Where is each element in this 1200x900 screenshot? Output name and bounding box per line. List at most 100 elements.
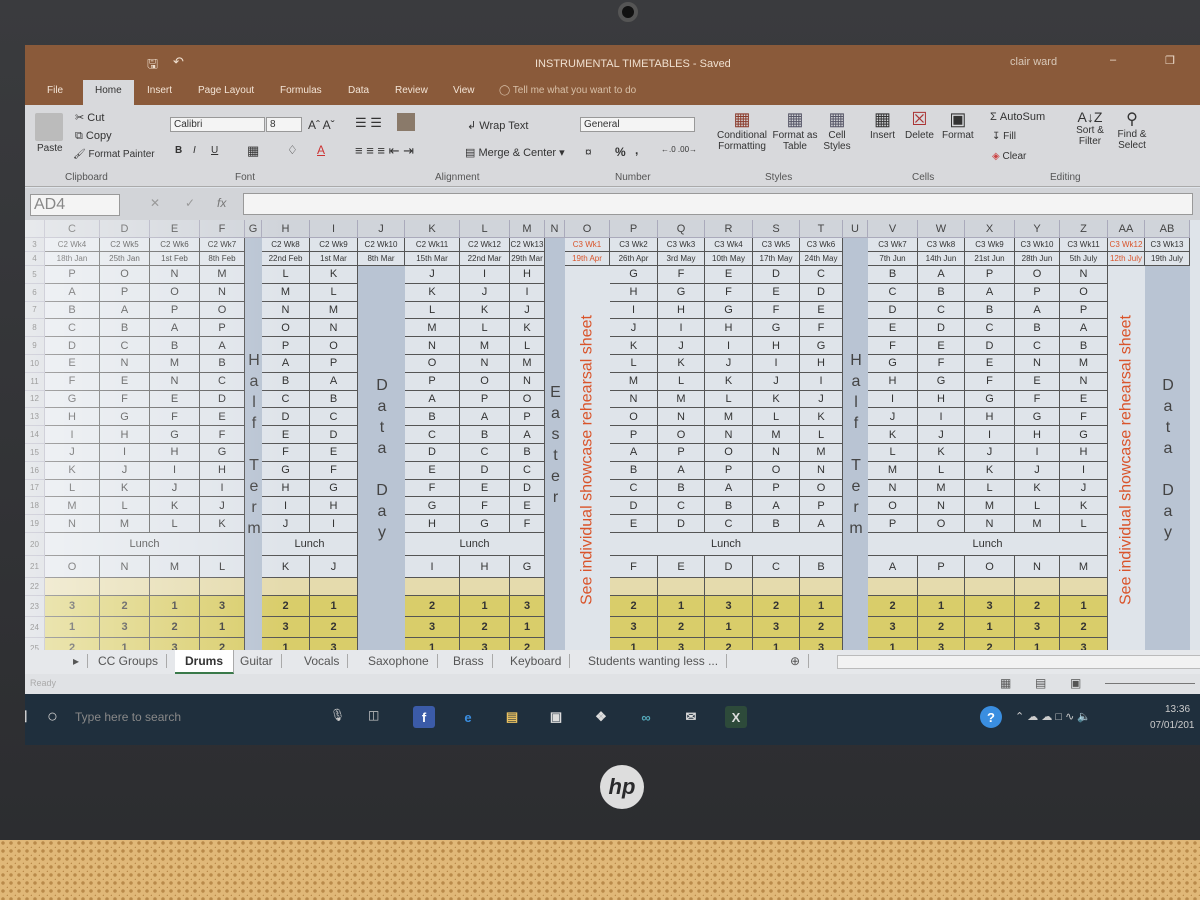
group-number-cell[interactable]: 3 — [262, 617, 310, 638]
zoom-slider[interactable] — [1105, 683, 1195, 684]
week-label-cell[interactable]: C3 Wk4 — [705, 238, 753, 252]
week-label-cell[interactable]: C2 Wk10 — [358, 238, 405, 252]
student-slot-cell[interactable]: M — [1060, 556, 1108, 578]
student-slot-cell[interactable]: O — [100, 266, 150, 284]
student-slot-cell[interactable]: B — [405, 408, 460, 427]
fill-color-icon[interactable]: ♢ — [287, 143, 298, 157]
student-slot-cell[interactable]: J — [918, 426, 965, 444]
dropbox-icon[interactable]: ❖ — [590, 706, 612, 728]
week-date-cell[interactable]: 17th May — [753, 252, 800, 266]
student-slot-cell[interactable]: N — [705, 426, 753, 444]
column-header[interactable]: K — [405, 220, 460, 238]
week-label-cell[interactable]: C2 Wk7 — [200, 238, 245, 252]
student-slot-cell[interactable]: M — [1060, 355, 1108, 373]
student-slot-cell[interactable]: I — [705, 337, 753, 355]
undo-icon[interactable]: ↶ — [173, 54, 184, 70]
sheet-nav-icon[interactable]: ▸ — [65, 654, 89, 668]
student-slot-cell[interactable]: K — [45, 461, 100, 480]
blank-cell[interactable] — [868, 578, 918, 596]
system-tray-icons[interactable]: ⌃ ☁ ☁ □ ∿ 🔈 — [1015, 710, 1091, 723]
tab-data[interactable]: Data — [348, 85, 369, 96]
student-slot-cell[interactable]: A — [200, 337, 245, 355]
student-slot-cell[interactable]: G — [868, 355, 918, 373]
student-slot-cell[interactable]: K — [800, 408, 843, 427]
student-slot-cell[interactable]: G — [262, 461, 310, 480]
student-slot-cell[interactable]: K — [610, 337, 658, 355]
tab-page-layout[interactable]: Page Layout — [198, 85, 254, 96]
student-slot-cell[interactable]: N — [1015, 355, 1060, 373]
group-number-cell[interactable]: 2 — [918, 617, 965, 638]
blank-cell[interactable] — [100, 578, 150, 596]
find-select-button[interactable]: ⚲ Find & Select — [1112, 109, 1152, 151]
lunch-cell[interactable]: Lunch — [262, 533, 358, 556]
confirm-icon[interactable]: ✓ — [185, 196, 195, 210]
student-slot-cell[interactable]: I — [1060, 461, 1108, 480]
student-slot-cell[interactable]: M — [510, 355, 545, 373]
student-slot-cell[interactable]: M — [200, 266, 245, 284]
sheet-tab[interactable]: Brass — [445, 654, 493, 668]
tab-file[interactable]: File — [47, 85, 63, 96]
student-slot-cell[interactable]: D — [200, 390, 245, 409]
student-slot-cell[interactable]: M — [310, 301, 358, 320]
comma-button[interactable]: , — [635, 143, 638, 157]
student-slot-cell[interactable]: K — [705, 372, 753, 391]
insert-cells-button[interactable]: ▦ Insert — [870, 109, 895, 141]
column-header[interactable]: E — [150, 220, 200, 238]
student-slot-cell[interactable]: P — [200, 319, 245, 338]
week-label-cell[interactable]: C3 Wk3 — [658, 238, 705, 252]
row-header[interactable]: 7 — [25, 301, 45, 320]
student-slot-cell[interactable]: G — [1015, 408, 1060, 427]
student-slot-cell[interactable]: K — [200, 515, 245, 533]
student-slot-cell[interactable]: K — [918, 444, 965, 462]
week-label-cell[interactable]: C2 Wk8 — [262, 238, 310, 252]
student-slot-cell[interactable]: M — [45, 497, 100, 516]
tab-view[interactable]: View — [453, 85, 475, 96]
student-slot-cell[interactable]: B — [800, 556, 843, 578]
student-slot-cell[interactable]: E — [460, 479, 510, 498]
student-slot-cell[interactable]: L — [150, 515, 200, 533]
cut-button[interactable]: ✂ Cut — [75, 111, 104, 124]
student-slot-cell[interactable]: D — [610, 497, 658, 516]
lunch-cell[interactable]: Lunch — [610, 533, 843, 556]
column-header[interactable]: F — [200, 220, 245, 238]
student-slot-cell[interactable]: O — [868, 497, 918, 516]
group-number-cell[interactable]: 1 — [918, 596, 965, 617]
row-header[interactable]: 14 — [25, 426, 45, 444]
student-slot-cell[interactable]: C — [45, 319, 100, 338]
student-slot-cell[interactable]: F — [262, 444, 310, 462]
student-slot-cell[interactable]: J — [658, 337, 705, 355]
student-slot-cell[interactable]: N — [262, 301, 310, 320]
student-slot-cell[interactable]: I — [262, 497, 310, 516]
student-slot-cell[interactable]: B — [965, 301, 1015, 320]
column-header[interactable]: R — [705, 220, 753, 238]
student-slot-cell[interactable]: I — [610, 301, 658, 320]
student-slot-cell[interactable]: L — [965, 479, 1015, 498]
student-slot-cell[interactable]: B — [1015, 319, 1060, 338]
group-number-cell[interactable]: 2 — [262, 596, 310, 617]
student-slot-cell[interactable]: M — [658, 390, 705, 409]
student-slot-cell[interactable]: E — [658, 556, 705, 578]
column-header[interactable]: M — [510, 220, 545, 238]
student-slot-cell[interactable]: L — [200, 556, 245, 578]
row-header[interactable]: 23 — [25, 596, 45, 617]
student-slot-cell[interactable]: J — [100, 461, 150, 480]
column-header[interactable]: W — [918, 220, 965, 238]
student-slot-cell[interactable]: L — [1015, 497, 1060, 516]
blank-cell[interactable] — [705, 578, 753, 596]
group-number-cell[interactable]: 2 — [610, 596, 658, 617]
break-column[interactable]: Data Day — [1145, 266, 1190, 655]
align-top-icon[interactable]: ☰ ☰ — [355, 115, 382, 131]
week-date-cell[interactable]: 8th Feb — [200, 252, 245, 266]
student-slot-cell[interactable]: J — [200, 497, 245, 516]
showcase-note-column[interactable]: See individual showcase rehearsal sheet — [565, 266, 610, 655]
week-label-cell[interactable]: C3 Wk7 — [868, 238, 918, 252]
group-number-cell[interactable]: 1 — [460, 596, 510, 617]
student-slot-cell[interactable]: B — [868, 266, 918, 284]
student-slot-cell[interactable]: H — [405, 515, 460, 533]
student-slot-cell[interactable]: O — [1015, 266, 1060, 284]
student-slot-cell[interactable]: L — [310, 283, 358, 302]
student-slot-cell[interactable]: H — [45, 408, 100, 427]
tab-review[interactable]: Review — [395, 85, 428, 96]
page-break-view-icon[interactable]: ▣ — [1070, 676, 1081, 690]
student-slot-cell[interactable]: J — [868, 408, 918, 427]
